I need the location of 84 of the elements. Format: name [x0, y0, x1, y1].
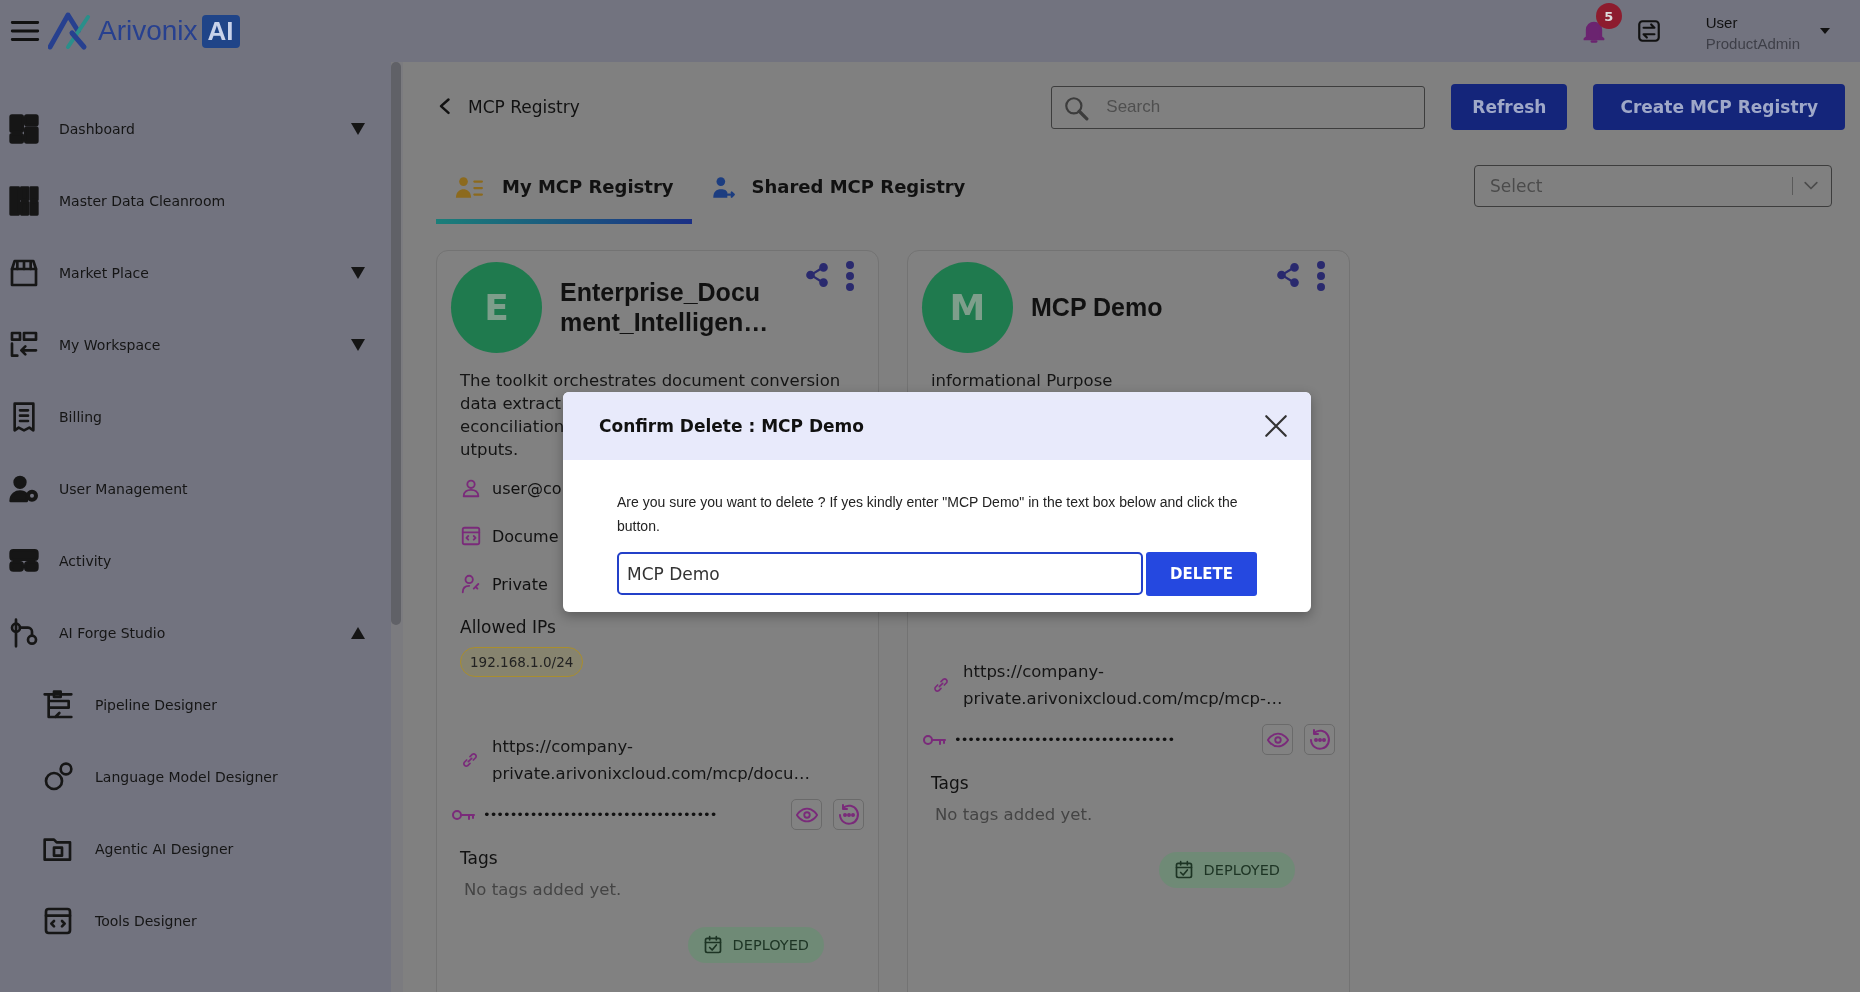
- sidebar-item[interactable]: My Workspace: [0, 309, 391, 381]
- avatar: E: [451, 261, 542, 353]
- sidebar-item[interactable]: Language Model Designer: [0, 741, 391, 813]
- grid-icon: [8, 113, 40, 145]
- user-role: ProductAdmin: [1705, 35, 1800, 52]
- close-icon: [1263, 413, 1289, 439]
- columns-icon: [8, 185, 40, 217]
- user-name: User: [1705, 14, 1739, 31]
- card-title: Enterprise_Document_Intelligen…: [560, 277, 770, 337]
- refresh-button[interactable]: Refresh: [1451, 84, 1568, 130]
- create-button[interactable]: Create MCP Registry: [1593, 84, 1845, 130]
- more-vertical-icon: [1317, 261, 1325, 291]
- search-icon: [1063, 94, 1090, 121]
- brand-name: Arivonix: [98, 15, 198, 47]
- sidebar-item[interactable]: Master Data Cleanroom: [0, 165, 391, 237]
- tab[interactable]: My MCP Registry: [436, 154, 692, 224]
- brand-badge: AI: [201, 14, 240, 48]
- section-label: Allowed IPs: [460, 617, 556, 637]
- link-icon: [931, 675, 951, 695]
- swap-icon: [1635, 18, 1662, 44]
- sidebar-item[interactable]: Market Place: [0, 237, 391, 309]
- dialog-message: Are you sure you want to delete ? If yes kindly enter "MCP Demo" in the text box below and click the button.: [617, 493, 1239, 536]
- code-window-icon: [460, 525, 482, 547]
- refresh-dots-icon: [836, 802, 861, 827]
- sidebar-item[interactable]: AI Forge Studio: [0, 597, 391, 669]
- caret-down-icon: [351, 123, 365, 135]
- share-icon: [1275, 261, 1301, 289]
- section-label: Tags: [931, 773, 970, 793]
- notification-count: 5: [1595, 3, 1622, 29]
- calendar-check-icon: [702, 935, 723, 955]
- show-button[interactable]: [1262, 724, 1293, 755]
- regenerate-button[interactable]: [833, 799, 864, 830]
- status-badge: DEPLOYED: [1158, 852, 1295, 888]
- back-button[interactable]: MCP Registry: [436, 96, 580, 118]
- empty-tags-text: No tags added yet.: [935, 805, 1094, 824]
- caret-down-icon: [351, 267, 365, 279]
- status-badge: DEPLOYED: [687, 927, 824, 963]
- sidebar-item[interactable]: Tools Designer: [0, 885, 391, 957]
- regenerate-button[interactable]: [1304, 724, 1335, 755]
- description-text: econciliation: [460, 416, 565, 438]
- dialog-title: Confirm Delete : MCP Demo: [599, 416, 864, 436]
- sidebar-item[interactable]: User Management: [0, 453, 391, 525]
- flowchart-icon: [42, 689, 74, 721]
- masked-key: •••••••••••••••••••••••••••••••••••: [483, 807, 780, 822]
- show-button[interactable]: [791, 799, 822, 830]
- description-text: utputs.: [460, 439, 519, 461]
- refresh-dots-icon: [1307, 727, 1332, 752]
- link-icon: [460, 750, 480, 770]
- section-label: Tags: [460, 848, 499, 868]
- sidebar-item[interactable]: Billing: [0, 381, 391, 453]
- calendar-check-icon: [1173, 860, 1194, 880]
- branch-icon: [8, 617, 40, 649]
- scrollbar-thumb[interactable]: [391, 62, 401, 625]
- card-title: MCP Demo: [1031, 292, 1164, 322]
- endpoint-url: https://company-private.arivonixcloud.com/mcp/docu…: [492, 736, 811, 785]
- confirm-input-field[interactable]: MCP Demo: [617, 552, 1143, 595]
- delete-button[interactable]: DELETE: [1146, 552, 1257, 596]
- caret-down-icon: [351, 339, 365, 351]
- sidebar-item[interactable]: Activity: [0, 525, 391, 597]
- share-icon: [804, 261, 830, 289]
- endpoint-url: https://company-private.arivonixcloud.com/mcp/mcp-…: [963, 661, 1284, 710]
- user-key-icon: [460, 573, 482, 595]
- empty-tags-text: No tags added yet.: [464, 880, 623, 899]
- sidebar-item[interactable]: Agentic AI Designer: [0, 813, 391, 885]
- code-window-icon: [42, 905, 74, 937]
- detail-text: Docume: [492, 526, 559, 546]
- more-vertical-icon: [846, 261, 854, 291]
- masked-key: •••••••••••••••••••••••••••••••••: [954, 732, 1251, 747]
- tab[interactable]: Shared MCP Registry: [691, 154, 984, 224]
- sidebar-item[interactable]: Pipeline Designer: [0, 669, 391, 741]
- avatar: M: [922, 261, 1013, 353]
- caret-up-icon: [351, 627, 365, 639]
- detail-text: Private: [492, 574, 548, 594]
- caret-down-icon: [1820, 28, 1830, 34]
- detail-text: user@co: [492, 478, 562, 498]
- user-gear-icon: [8, 473, 40, 505]
- user-icon: [460, 477, 482, 499]
- description-text: The toolkit orchestrates document conversion: [460, 370, 841, 392]
- description-text: informational Purpose: [931, 370, 1113, 392]
- ip-tag: 192.168.1.0/24: [460, 647, 584, 677]
- store-icon: [8, 257, 40, 289]
- close-button[interactable]: [1263, 413, 1289, 439]
- description-text: data extract: [460, 393, 561, 415]
- sidebar-item[interactable]: Dashboard: [0, 93, 391, 165]
